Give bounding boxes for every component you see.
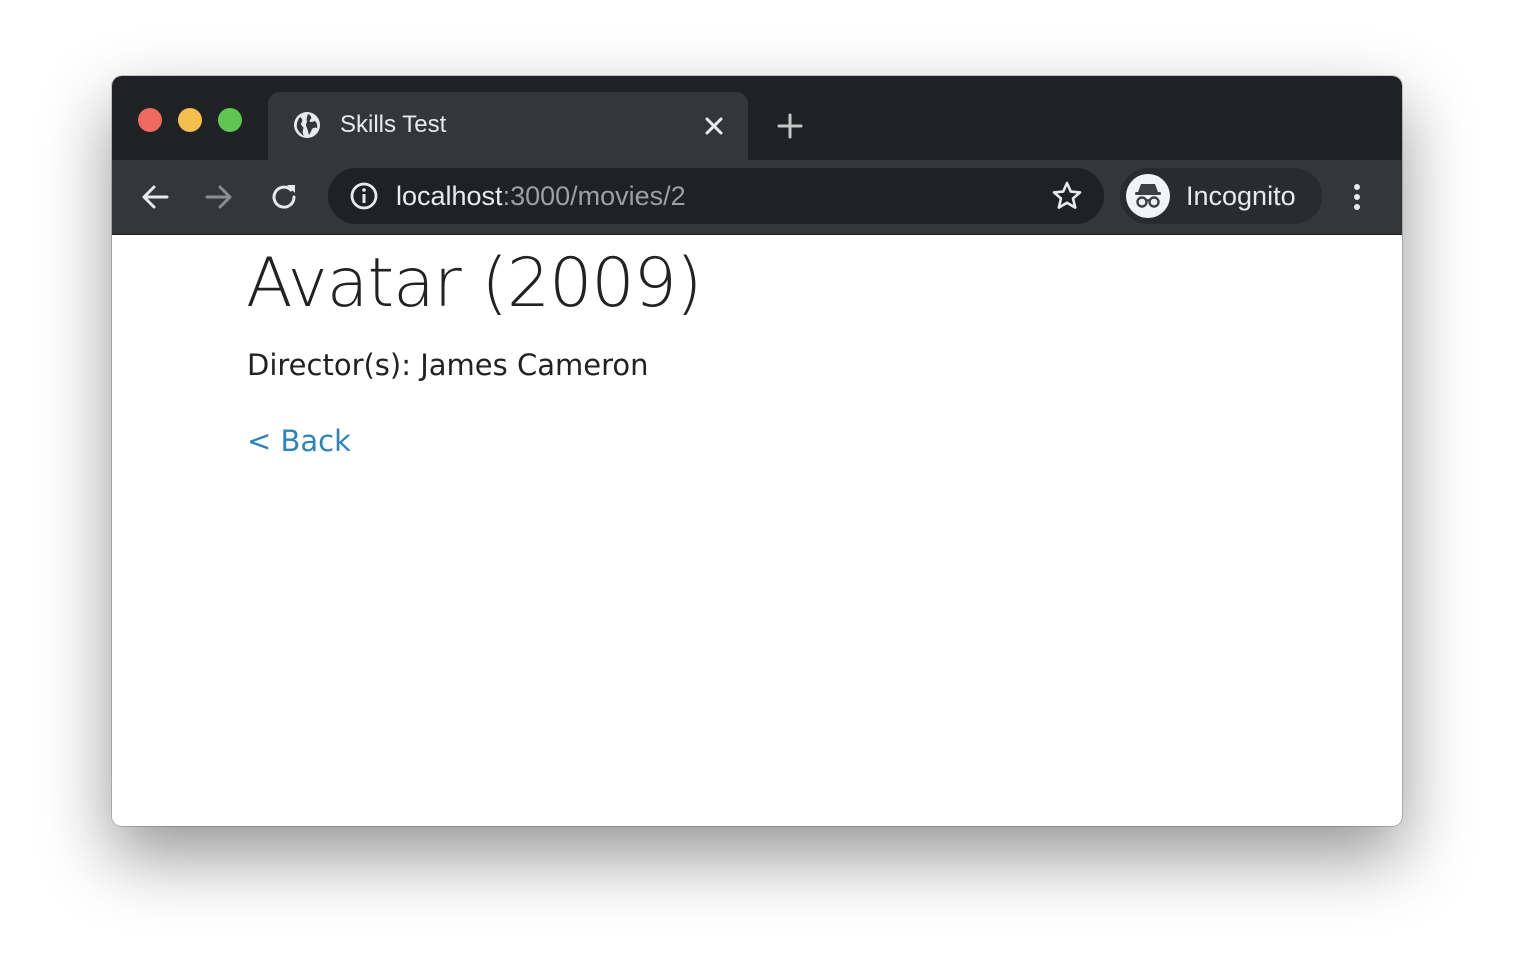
url-host: localhost [396,181,503,211]
back-link[interactable]: < Back [247,421,351,461]
minimize-window-button[interactable] [178,108,202,132]
director-info: Director(s): James Cameron [247,348,649,382]
incognito-label: Incognito [1186,181,1296,211]
url-text[interactable]: localhost:3000/movies/2 [396,180,686,212]
incognito-profile-button[interactable]: Incognito [1120,168,1322,224]
movie-title: Avatar (2009) [246,244,702,323]
incognito-icon [1135,184,1161,208]
close-tab-icon[interactable] [702,114,726,138]
tab-title: Skills Test [340,111,447,138]
star-icon[interactable] [1050,179,1084,213]
more-options-icon[interactable] [1340,180,1374,214]
tab-active[interactable]: Skills Test [268,92,748,160]
incognito-avatar [1126,174,1170,218]
close-window-button[interactable] [138,108,162,132]
new-tab-icon[interactable] [776,112,804,140]
page-content: Avatar (2009) Director(s): James Cameron… [112,235,1402,826]
browser-toolbar: localhost:3000/movies/2 Incognito [112,160,1402,235]
reload-icon[interactable] [267,180,301,214]
address-bar[interactable]: localhost:3000/movies/2 [328,168,1104,224]
globe-icon [294,112,320,138]
tab-strip: Skills Test [112,76,1402,160]
maximize-window-button[interactable] [218,108,242,132]
browser-window: Skills Test localhost:3000/movies/2 Inco… [112,76,1402,826]
info-icon[interactable] [348,180,380,212]
forward-arrow-icon[interactable] [202,180,236,214]
url-path: :3000/movies/2 [502,181,686,211]
back-arrow-icon[interactable] [138,180,172,214]
